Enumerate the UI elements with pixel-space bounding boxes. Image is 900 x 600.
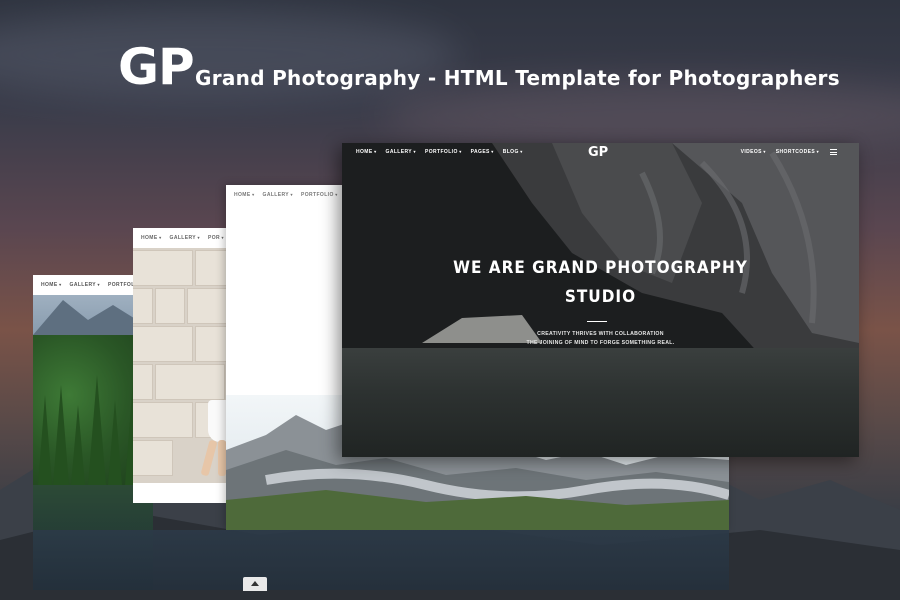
water-surface <box>342 348 859 457</box>
site-logo[interactable]: GP <box>588 145 608 160</box>
nav-gallery[interactable]: GALLERY <box>386 149 416 155</box>
brick <box>133 326 193 362</box>
hero-divider <box>587 321 607 322</box>
navbar-right: VIDEOS SHORTCODES <box>741 143 819 161</box>
nav-shortcodes[interactable]: SHORTCODES <box>776 149 819 155</box>
nav-gallery[interactable]: GALLERY <box>170 235 200 241</box>
nav-pages[interactable]: PAGES <box>471 149 494 155</box>
brand-tagline: Grand Photography - HTML Template for Ph… <box>195 66 840 90</box>
nav-home[interactable]: HOME <box>234 192 255 198</box>
hero-title-line2: STUDIO <box>564 287 637 307</box>
nav-portfolio[interactable]: POR <box>208 235 224 241</box>
hamburger-icon[interactable] <box>830 149 837 155</box>
nav-gallery[interactable]: GALLERY <box>70 282 100 288</box>
nav-blog[interactable]: BLOG <box>503 149 523 155</box>
lake-reflection-band <box>33 530 729 590</box>
hero-title-line1: WE ARE GRAND PHOTOGRAPHY <box>453 258 748 278</box>
brick <box>133 364 153 400</box>
sky-cloud <box>380 80 900 150</box>
brand-logo: GP <box>118 38 195 96</box>
nav-videos[interactable]: VIDEOS <box>741 149 766 155</box>
brick <box>155 364 225 400</box>
nav-home[interactable]: HOME <box>141 235 162 241</box>
hero-subtitle-line2: THE JOINING OF MIND TO FORGE SOMETHING R… <box>526 340 675 346</box>
hero-subtitle-line1: CREATIVITY THRIVES WITH COLLABORATION <box>537 331 664 337</box>
brick <box>133 288 153 324</box>
nav-gallery[interactable]: GALLERY <box>263 192 293 198</box>
nav-home[interactable]: HOME <box>356 149 377 155</box>
nav-home[interactable]: HOME <box>41 282 62 288</box>
brick <box>155 288 185 324</box>
brick <box>133 402 193 438</box>
nav-portfolio[interactable]: PORTFOLIO <box>425 149 462 155</box>
preview-hero: HOME GALLERY PORTFOLIO PAGES BLOG GP VID… <box>342 143 859 457</box>
canyon-rock-photo <box>342 143 859 357</box>
nav-portfolio[interactable]: PORTFOLIO <box>301 192 338 198</box>
chevron-up-icon[interactable] <box>243 577 267 591</box>
brick <box>133 440 173 476</box>
person-leg <box>218 440 226 476</box>
brick <box>133 250 193 286</box>
